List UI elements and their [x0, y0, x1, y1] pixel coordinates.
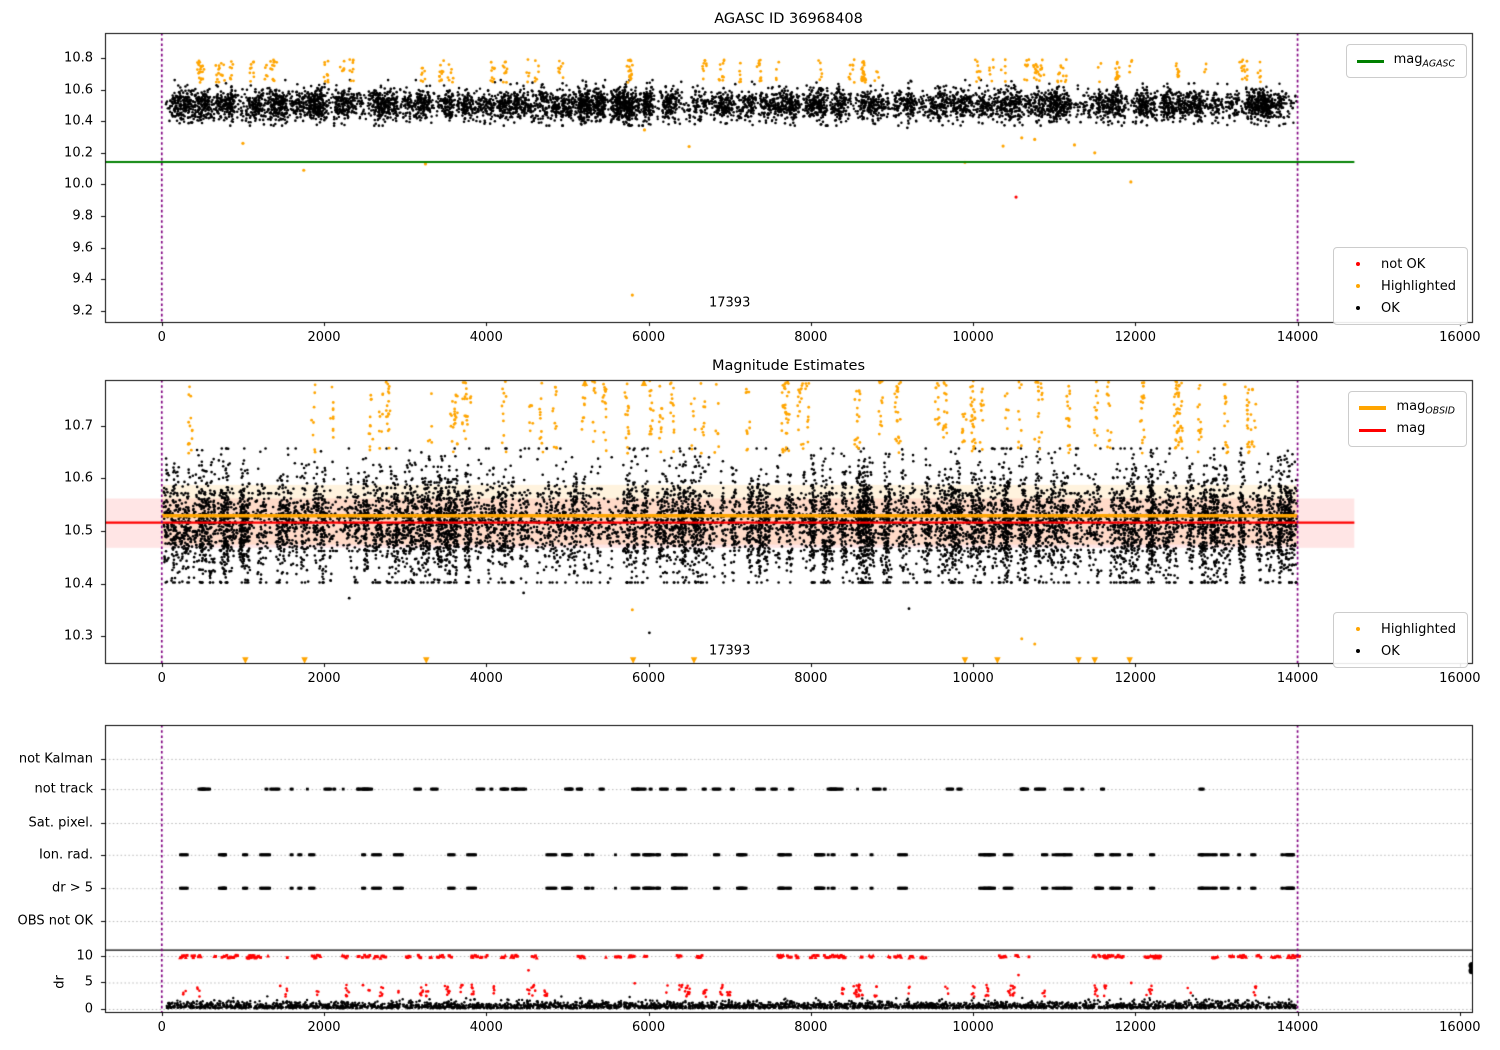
x-tick-label: 4000: [469, 1020, 503, 1035]
x-tick-label: 14000: [1276, 1020, 1319, 1035]
y-tick-label: dr > 5: [51, 880, 93, 896]
plot2-title: Magnitude Estimates: [711, 358, 866, 374]
y-tick-label: 10.8: [64, 50, 93, 66]
x-tick-label: 0: [157, 671, 166, 686]
legend-item-not-ok: not OK: [1344, 253, 1456, 275]
x-tick-label: 8000: [794, 330, 828, 345]
legend-label-mag-agasc: magAGASC: [1393, 52, 1455, 70]
y-tick-label: 10.3: [64, 628, 93, 644]
x-tick-label: 4000: [469, 330, 503, 345]
legend-label-ok: OK: [1381, 300, 1400, 316]
x-tick-label: 6000: [632, 671, 666, 686]
legend-item-ok-2: OK: [1344, 640, 1456, 662]
highlighted-dot-swatch-2: [1344, 627, 1371, 631]
legend-item-ok: OK: [1344, 297, 1456, 319]
y-tick-label: 10.0: [64, 176, 93, 192]
matplotlib-figure: AGASC ID 36968408 Magnitude Estimates 17…: [0, 0, 1500, 1050]
ok-dot-swatch: [1344, 306, 1371, 310]
x-tick-label: 4000: [469, 671, 503, 686]
legend-item-mag-agasc: magAGASC: [1356, 50, 1455, 72]
highlighted-dot-swatch: [1344, 284, 1371, 288]
plot1-title: AGASC ID 36968408: [714, 11, 863, 27]
x-tick-label: 8000: [794, 1020, 828, 1035]
y-tick-label: 10.7: [64, 418, 93, 434]
y-tick-label: Sat. pixel.: [28, 815, 93, 831]
ok-dot-swatch-2: [1344, 649, 1371, 653]
x-tick-label: 16000: [1439, 1020, 1481, 1035]
legend-flags-top: not OK Highlighted OK: [1333, 247, 1468, 325]
x-tick-label: 10000: [952, 671, 994, 686]
charts-canvas: [0, 0, 1500, 1050]
y-tick-label: 9.6: [72, 240, 93, 256]
x-tick-label: 10000: [952, 330, 994, 345]
x-tick-label: 2000: [307, 671, 341, 686]
x-tick-label: 0: [157, 1020, 166, 1035]
y-tick-label: 9.4: [72, 271, 93, 287]
x-tick-label: 14000: [1276, 330, 1319, 345]
legend-flags-middle: Highlighted OK: [1333, 612, 1468, 668]
x-tick-label: 6000: [632, 330, 666, 345]
x-tick-label: 2000: [307, 330, 341, 345]
legend-mag-obsid: magOBSID mag: [1348, 391, 1467, 447]
y-tick-label: 5: [84, 974, 93, 990]
x-tick-label: 16000: [1439, 330, 1481, 345]
y-tick-label: 9.2: [72, 303, 93, 319]
y-tick-label: 10.6: [64, 470, 93, 486]
mag-line-swatch: [1359, 428, 1387, 432]
plot2-obsid-annotation: 17393: [708, 643, 751, 659]
legend-label-mag-obsid: magOBSID: [1396, 399, 1455, 417]
x-tick-label: 12000: [1114, 671, 1156, 686]
x-tick-label: 2000: [307, 1020, 341, 1035]
y-tick-label: Ion. rad.: [39, 847, 93, 863]
y-tick-label: 10.6: [64, 82, 93, 98]
y-tick-label: 10.4: [64, 113, 93, 129]
y-tick-label: 10.2: [64, 145, 93, 161]
legend-item-mag-obsid: magOBSID: [1359, 397, 1455, 419]
plot1-obsid-annotation: 17393: [708, 295, 751, 311]
y-tick-label: 10: [76, 948, 93, 964]
legend-label-highlighted: Highlighted: [1381, 278, 1456, 294]
y-tick-label: not track: [34, 781, 93, 797]
legend-label-highlighted-2: Highlighted: [1381, 621, 1456, 637]
legend-item-highlighted: Highlighted: [1344, 275, 1456, 297]
legend-label-ok-2: OK: [1381, 643, 1400, 659]
legend-item-mag: mag: [1359, 419, 1455, 441]
y-tick-label: 9.8: [72, 208, 93, 224]
legend-item-highlighted-2: Highlighted: [1344, 618, 1456, 640]
y-tick-label: 0: [84, 1001, 93, 1017]
y-tick-label: 10.5: [64, 523, 93, 539]
legend-mag-agasc: magAGASC: [1345, 44, 1467, 78]
legend-label-mag: mag: [1396, 421, 1426, 437]
mag-obsid-line-swatch: [1359, 406, 1387, 410]
y-tick-label: OBS not OK: [17, 913, 94, 929]
x-tick-label: 10000: [952, 1020, 994, 1035]
y-tick-label: not Kalman: [18, 751, 93, 767]
x-tick-label: 14000: [1276, 671, 1319, 686]
not-ok-dot-swatch: [1344, 262, 1371, 266]
x-tick-label: 6000: [632, 1020, 666, 1035]
x-tick-label: 0: [157, 330, 166, 345]
y-tick-label: 10.4: [64, 576, 93, 591]
x-tick-label: 12000: [1114, 330, 1156, 345]
x-tick-label: 8000: [794, 671, 828, 686]
x-tick-label: 12000: [1114, 1020, 1156, 1035]
x-tick-label: 16000: [1439, 671, 1481, 686]
mag-agasc-line-swatch: [1356, 59, 1384, 63]
legend-label-not-ok: not OK: [1381, 256, 1426, 272]
